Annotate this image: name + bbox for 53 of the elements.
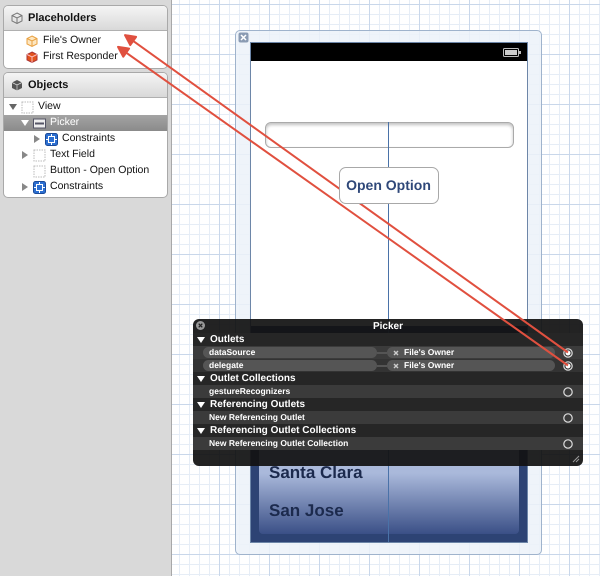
constraints-icon bbox=[33, 180, 46, 194]
picker-row-text: Santa Clara bbox=[269, 462, 364, 484]
panel-title: Objects bbox=[28, 78, 68, 93]
picker-row-text: San Jose bbox=[269, 500, 345, 522]
connection-circle[interactable] bbox=[563, 412, 573, 422]
outlet-name: New Referencing Outlet Collection bbox=[209, 437, 348, 450]
outlet-target[interactable]: File's Owner bbox=[387, 347, 555, 358]
cube-icon bbox=[26, 34, 39, 48]
outlet-target[interactable]: File's Owner bbox=[387, 360, 555, 371]
remove-icon bbox=[393, 362, 399, 368]
resize-grip-icon bbox=[572, 455, 580, 463]
section-header[interactable]: Outlets bbox=[193, 333, 583, 346]
target-label: File's Owner bbox=[404, 346, 454, 359]
text-field[interactable] bbox=[265, 122, 514, 148]
disclosure-triangle-icon bbox=[197, 426, 205, 434]
cube-icon bbox=[26, 50, 39, 64]
disclosure-triangle-icon bbox=[197, 374, 205, 382]
outlet-name: gestureRecognizers bbox=[209, 385, 290, 398]
disclosure-triangle-icon bbox=[197, 336, 205, 344]
placeholder-item[interactable]: First Responder bbox=[43, 49, 118, 65]
disclosure-triangle-icon bbox=[21, 183, 29, 191]
panel-title: Placeholders bbox=[28, 10, 96, 26]
view-icon bbox=[33, 148, 46, 162]
placeholder-item[interactable]: File's Owner bbox=[43, 33, 102, 49]
section-header[interactable]: Outlet Collections bbox=[193, 372, 583, 385]
outlet-name: New Referencing Outlet bbox=[209, 411, 305, 424]
close-icon[interactable] bbox=[196, 321, 205, 330]
panel-title: Picker bbox=[372, 320, 404, 334]
picker-icon bbox=[33, 116, 46, 130]
battery-icon bbox=[503, 48, 521, 56]
tree-item[interactable]: Button - Open Option bbox=[4, 163, 167, 179]
cube-icon bbox=[11, 12, 23, 24]
outlet-name: dataSource bbox=[203, 347, 377, 358]
tree-item[interactable]: View bbox=[4, 99, 167, 115]
connection-circle[interactable] bbox=[563, 438, 573, 448]
view-icon bbox=[33, 164, 46, 178]
remove-icon bbox=[393, 350, 399, 356]
disclosure-triangle-icon bbox=[197, 400, 205, 408]
connection-circle[interactable] bbox=[563, 360, 573, 370]
connection-circle[interactable] bbox=[563, 386, 573, 396]
cube-icon bbox=[11, 79, 23, 91]
close-icon[interactable] bbox=[238, 32, 249, 43]
section-header[interactable]: Referencing Outlets bbox=[193, 398, 583, 411]
target-label: File's Owner bbox=[404, 359, 454, 372]
outlet-name: delegate bbox=[203, 360, 377, 371]
tree-item[interactable]: Text Field bbox=[4, 147, 167, 163]
tree-item[interactable]: Constraints bbox=[4, 131, 167, 147]
constraints-icon bbox=[45, 132, 58, 146]
connection-circle[interactable] bbox=[563, 348, 573, 358]
section-header[interactable]: Referencing Outlet Collections bbox=[193, 424, 583, 437]
tree-item[interactable]: Constraints bbox=[4, 179, 167, 195]
view-icon bbox=[21, 100, 34, 114]
open-option-button[interactable]: Open Option bbox=[338, 167, 438, 204]
